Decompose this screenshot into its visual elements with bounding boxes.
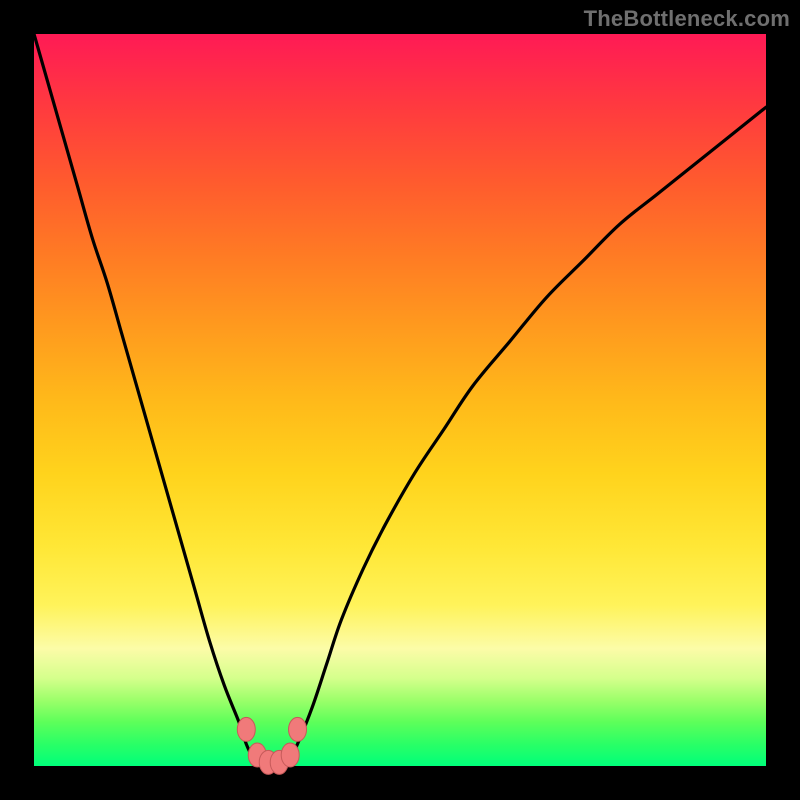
valley-marker — [237, 717, 255, 741]
watermark-text: TheBottleneck.com — [584, 6, 790, 32]
valley-marker — [281, 743, 299, 767]
bottleneck-curve — [34, 34, 766, 767]
chart-svg — [34, 34, 766, 766]
valley-marker — [289, 717, 307, 741]
chart-frame: TheBottleneck.com — [0, 0, 800, 800]
